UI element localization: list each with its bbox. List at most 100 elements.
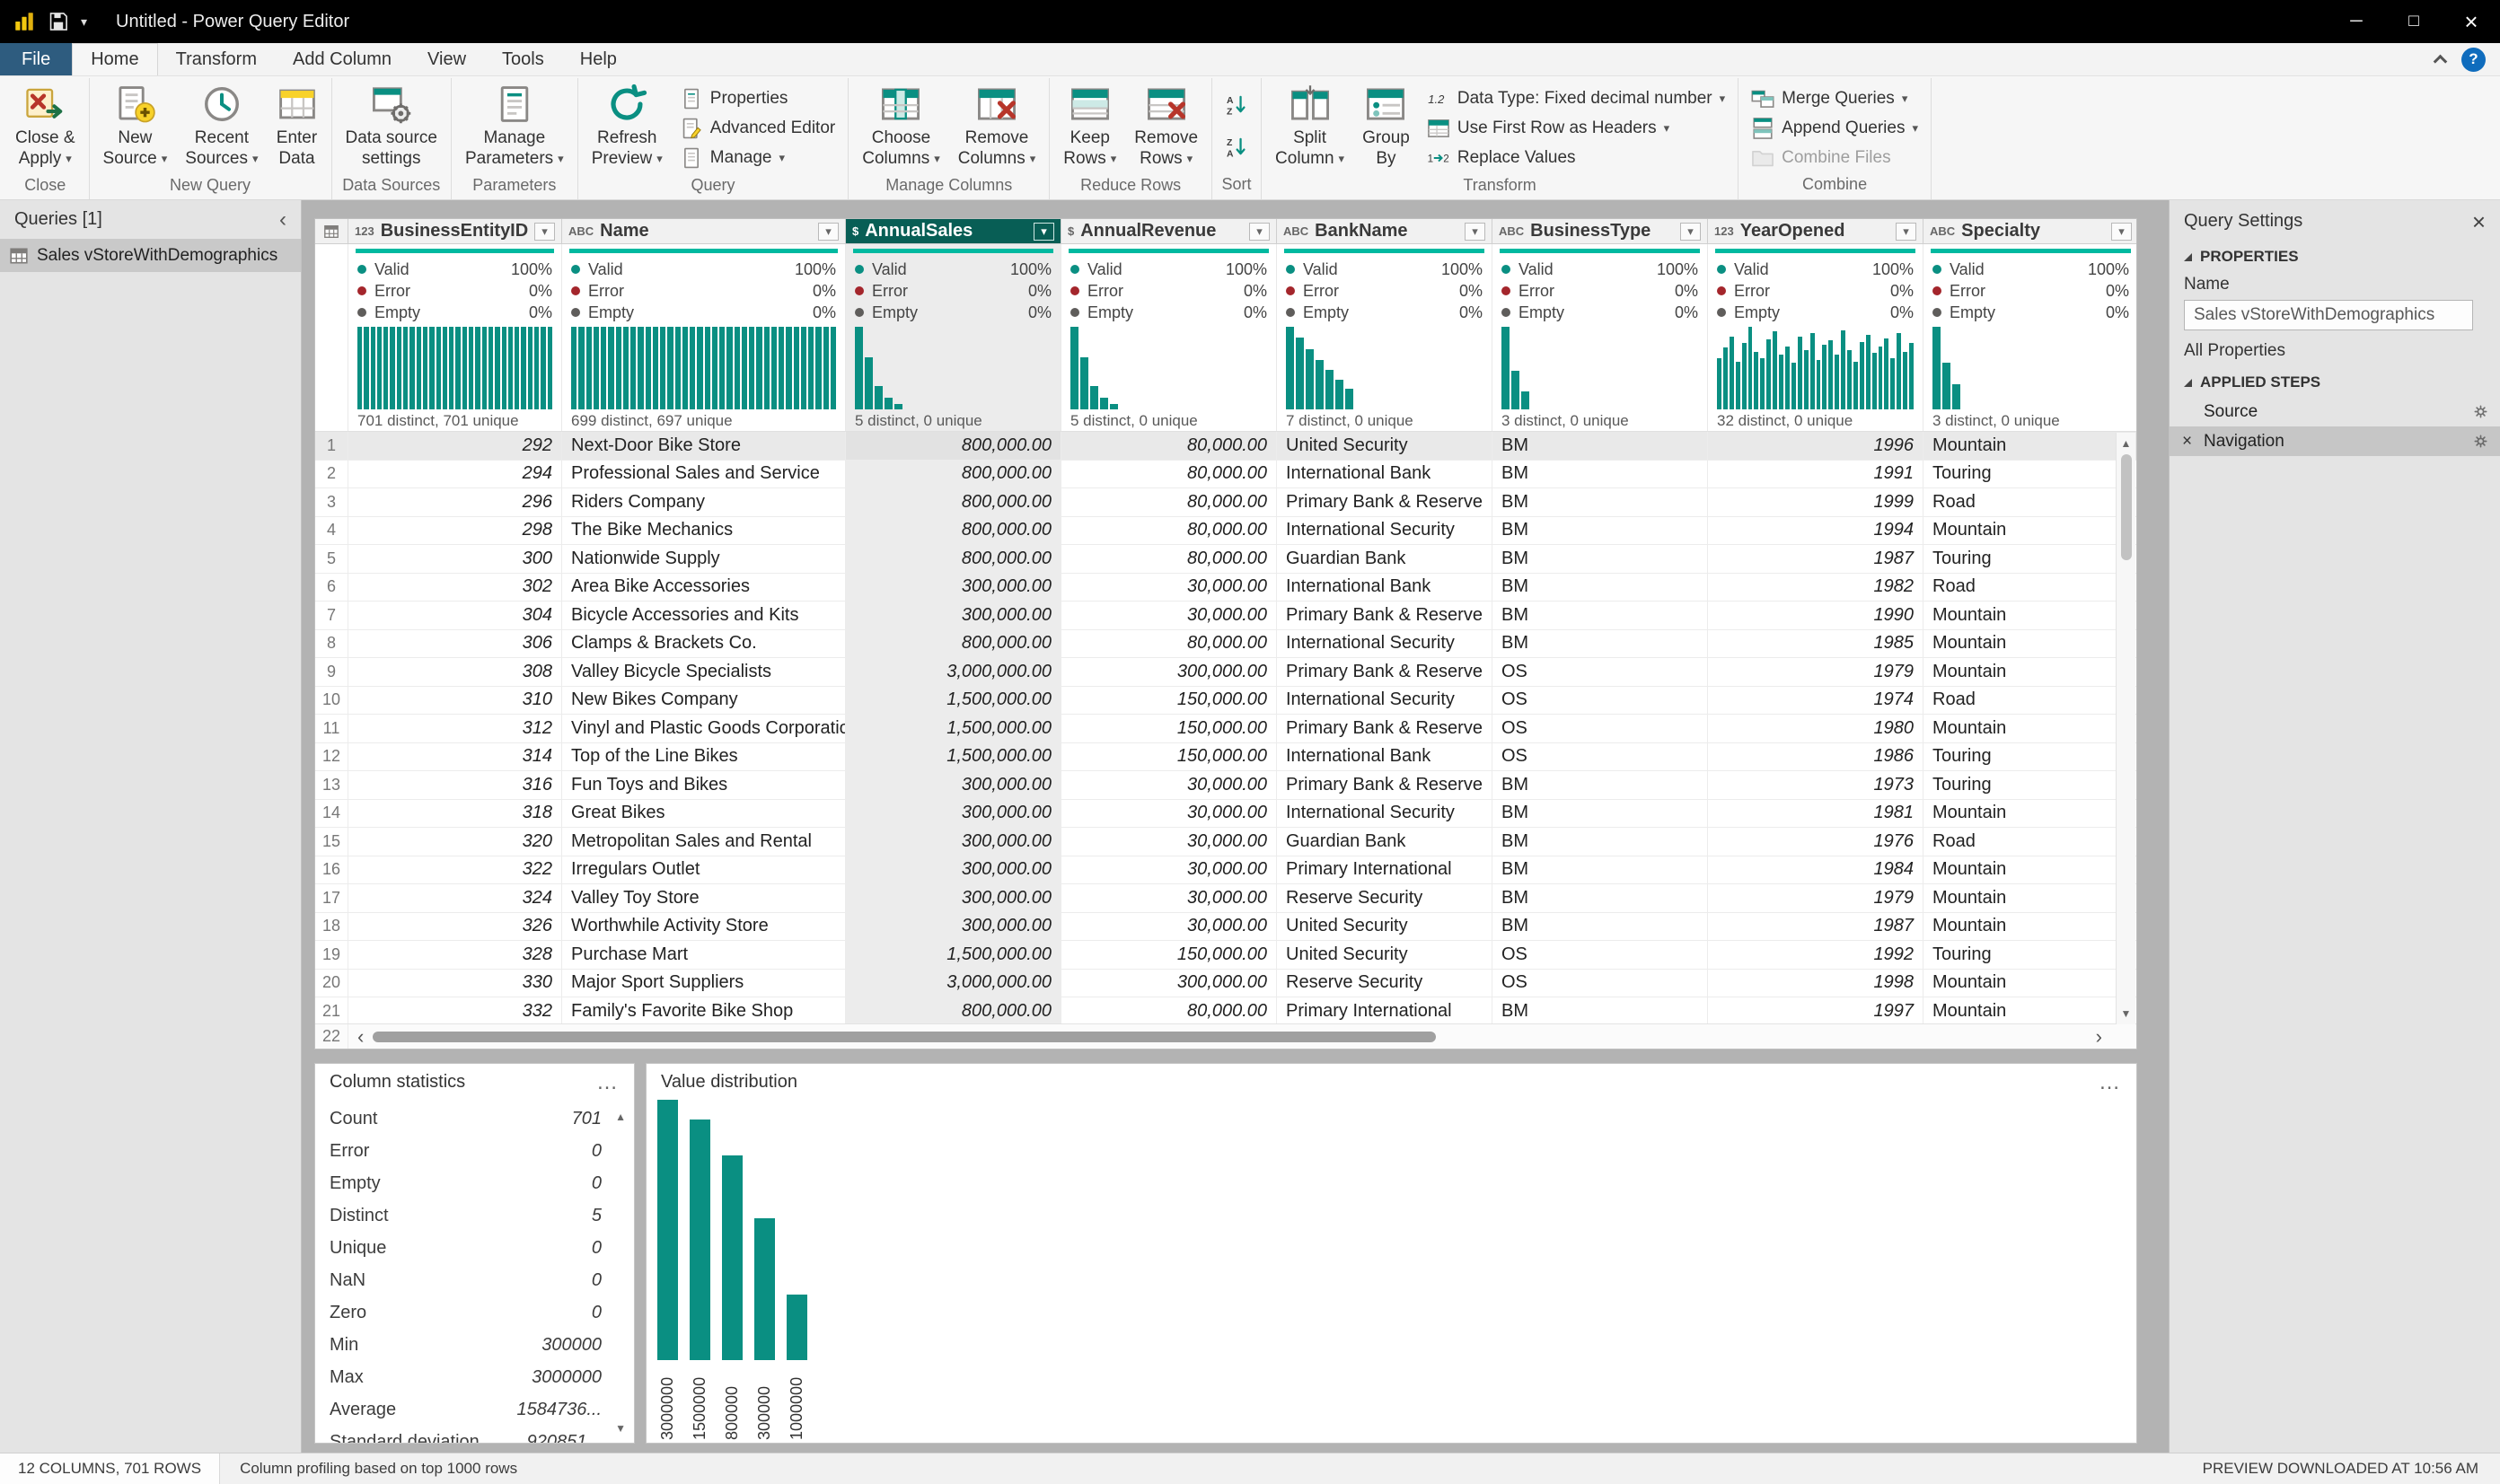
cell-annualsales[interactable]: 1,500,000.00 [846, 715, 1061, 742]
cell-specialty[interactable]: Mountain [1923, 658, 2136, 686]
cell-name[interactable]: Vinyl and Plastic Goods Corporation [562, 715, 846, 742]
cell-annualsales[interactable]: 800,000.00 [846, 517, 1061, 545]
row-number[interactable]: 11 [315, 715, 348, 742]
tab-file[interactable]: File [0, 43, 72, 75]
cell-annualrevenue[interactable]: 30,000.00 [1061, 574, 1277, 602]
cell-annualrevenue[interactable]: 150,000.00 [1061, 715, 1277, 742]
column-header-businesstype[interactable]: ABCBusinessType▾ [1492, 219, 1708, 243]
row-number[interactable]: 9 [315, 658, 348, 686]
cell-annualsales[interactable]: 300,000.00 [846, 913, 1061, 941]
cell-bankname[interactable]: International Bank [1277, 461, 1492, 488]
cell-name[interactable]: Next-Door Bike Store [562, 432, 846, 460]
cell-yearopened[interactable]: 1973 [1708, 771, 1923, 799]
cell-name[interactable]: Valley Bicycle Specialists [562, 658, 846, 686]
filter-dropdown-icon[interactable]: ▾ [1680, 223, 1701, 241]
all-properties-link[interactable]: All Properties [2170, 334, 2500, 364]
cell-annualrevenue[interactable]: 80,000.00 [1061, 630, 1277, 658]
cell-specialty[interactable]: Touring [1923, 461, 2136, 488]
cell-name[interactable]: Valley Toy Store [562, 884, 846, 912]
cell-bankname[interactable]: Reserve Security [1277, 884, 1492, 912]
column-header-annualsales[interactable]: $AnnualSales▾ [846, 219, 1061, 243]
cell-annualrevenue[interactable]: 300,000.00 [1061, 658, 1277, 686]
cell-yearopened[interactable]: 1987 [1708, 913, 1923, 941]
cell-businesstype[interactable]: OS [1492, 715, 1708, 742]
save-icon[interactable] [47, 10, 70, 33]
query-name-input[interactable] [2184, 300, 2473, 330]
cell-businessentityid[interactable]: 302 [348, 574, 562, 602]
cell-businesstype[interactable]: OS [1492, 658, 1708, 686]
row-number[interactable]: 19 [315, 941, 348, 969]
cell-yearopened[interactable]: 1980 [1708, 715, 1923, 742]
cell-businesstype[interactable]: BM [1492, 630, 1708, 658]
cell-annualsales[interactable]: 800,000.00 [846, 488, 1061, 516]
distribution-bar[interactable] [787, 1295, 807, 1360]
cell-specialty[interactable]: Touring [1923, 743, 2136, 771]
cell-bankname[interactable]: United Security [1277, 913, 1492, 941]
cell-yearopened[interactable]: 1998 [1708, 970, 1923, 997]
column-header-specialty[interactable]: ABCSpecialty▾ [1923, 219, 2137, 243]
applied-step-navigation[interactable]: ×Navigation [2170, 426, 2500, 456]
cell-annualsales[interactable]: 300,000.00 [846, 800, 1061, 828]
cell-specialty[interactable]: Mountain [1923, 997, 2136, 1023]
cell-name[interactable]: Fun Toys and Bikes [562, 771, 846, 799]
cell-annualsales[interactable]: 800,000.00 [846, 997, 1061, 1023]
cell-businesstype[interactable]: BM [1492, 574, 1708, 602]
cell-specialty[interactable]: Touring [1923, 941, 2136, 969]
cell-businesstype[interactable]: BM [1492, 800, 1708, 828]
cell-specialty[interactable]: Mountain [1923, 432, 2136, 460]
cell-name[interactable]: Family's Favorite Bike Shop [562, 997, 846, 1023]
column-header-businessentityid[interactable]: 123BusinessEntityID▾ [348, 219, 562, 243]
row-number[interactable]: 14 [315, 800, 348, 828]
tab-add-column[interactable]: Add Column [275, 43, 409, 75]
scroll-down-icon[interactable]: ▼ [2121, 1003, 2132, 1024]
quick-access-dropdown-icon[interactable]: ▾ [81, 14, 87, 30]
cell-yearopened[interactable]: 1982 [1708, 574, 1923, 602]
ribbon-button-remove-rows[interactable]: RemoveRows▾ [1126, 80, 1206, 173]
cell-annualrevenue[interactable]: 30,000.00 [1061, 800, 1277, 828]
row-number[interactable]: 15 [315, 828, 348, 856]
cell-annualrevenue[interactable]: 30,000.00 [1061, 856, 1277, 884]
cell-name[interactable]: Irregulars Outlet [562, 856, 846, 884]
cell-businessentityid[interactable]: 322 [348, 856, 562, 884]
cell-name[interactable]: Metropolitan Sales and Rental [562, 828, 846, 856]
column-statistics-menu-icon[interactable]: … [596, 1076, 620, 1089]
cell-annualrevenue[interactable]: 80,000.00 [1061, 545, 1277, 573]
row-number[interactable]: 10 [315, 687, 348, 715]
ribbon-button-keep-rows[interactable]: KeepRows▾ [1055, 80, 1124, 173]
delete-step-icon[interactable]: × [2182, 432, 2192, 452]
cell-annualrevenue[interactable]: 150,000.00 [1061, 743, 1277, 771]
cell-annualsales[interactable]: 300,000.00 [846, 602, 1061, 629]
maximize-button[interactable]: □ [2385, 0, 2443, 43]
row-number[interactable]: 16 [315, 856, 348, 884]
cell-yearopened[interactable]: 1974 [1708, 687, 1923, 715]
cell-bankname[interactable]: United Security [1277, 432, 1492, 460]
row-number[interactable]: 6 [315, 574, 348, 602]
cell-annualrevenue[interactable]: 150,000.00 [1061, 687, 1277, 715]
cell-annualrevenue[interactable]: 150,000.00 [1061, 941, 1277, 969]
cell-name[interactable]: Clamps & Brackets Co. [562, 630, 846, 658]
tab-home[interactable]: Home [72, 43, 157, 75]
cell-annualrevenue[interactable]: 80,000.00 [1061, 432, 1277, 460]
ribbon-button-properties[interactable]: Properties [673, 84, 842, 113]
ribbon-button-remove-columns[interactable]: RemoveColumns▾ [950, 80, 1044, 173]
filter-dropdown-icon[interactable]: ▾ [534, 223, 555, 241]
row-number[interactable]: 12 [315, 743, 348, 771]
filter-dropdown-icon[interactable]: ▾ [1896, 223, 1916, 241]
ribbon-button-manage-parameters[interactable]: ManageParameters▾ [457, 80, 572, 173]
row-number[interactable]: 13 [315, 771, 348, 799]
cell-name[interactable]: Top of the Line Bikes [562, 743, 846, 771]
cell-annualsales[interactable]: 3,000,000.00 [846, 658, 1061, 686]
cell-annualrevenue[interactable]: 300,000.00 [1061, 970, 1277, 997]
cell-specialty[interactable]: Touring [1923, 545, 2136, 573]
cell-bankname[interactable]: International Security [1277, 630, 1492, 658]
row-number[interactable]: 4 [315, 517, 348, 545]
row-number[interactable]: 17 [315, 884, 348, 912]
cell-specialty[interactable]: Mountain [1923, 970, 2136, 997]
cell-name[interactable]: Great Bikes [562, 800, 846, 828]
cell-businesstype[interactable]: BM [1492, 602, 1708, 629]
row-number[interactable]: 8 [315, 630, 348, 658]
cell-businesstype[interactable]: BM [1492, 771, 1708, 799]
cell-businessentityid[interactable]: 318 [348, 800, 562, 828]
ribbon-button-merge-queries[interactable]: Merge Queries▾ [1744, 84, 1925, 113]
vertical-scroll-thumb[interactable] [2121, 454, 2132, 560]
